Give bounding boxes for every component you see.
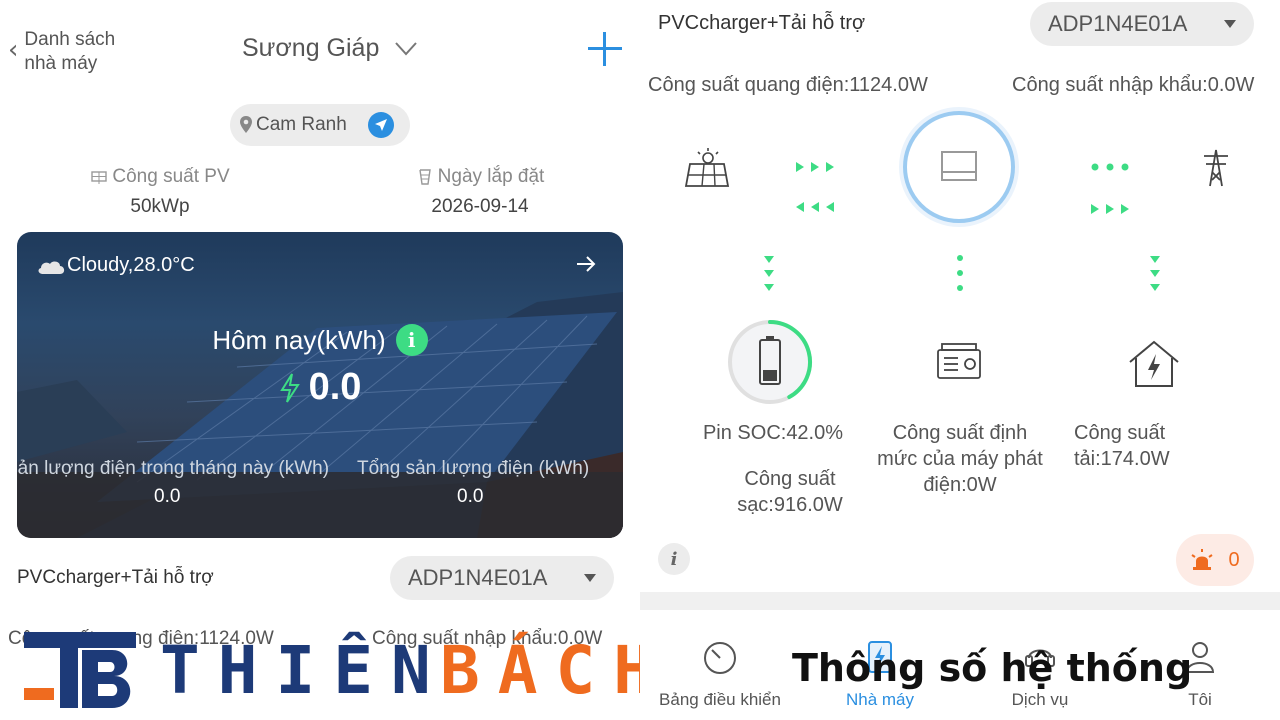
alarm-button[interactable]: 0 xyxy=(1176,534,1254,586)
device-selector[interactable]: ADP1N4E01A xyxy=(390,556,614,600)
chevron-left-icon: ‹ xyxy=(8,35,19,65)
pv-capacity-value: 50kWp xyxy=(130,196,190,217)
device-title: PVCcharger+Tải hỗ trợ xyxy=(17,567,214,588)
pv-capacity-stat: Công suất PV 50kWp xyxy=(80,166,240,218)
device-row: PVCcharger+Tải hỗ trợ ADP1N4E01A xyxy=(17,556,617,600)
weather-info: Cloudy,28.0°C xyxy=(35,254,195,277)
solar-panel-small-icon xyxy=(91,171,108,184)
lightning-icon xyxy=(279,372,300,403)
flow-dots-grid xyxy=(1091,163,1129,171)
pv-power-text: Công suất quang điện:1124.0W xyxy=(648,74,928,96)
battery-soc-label: Pin SOC:42.0% xyxy=(702,422,844,444)
device-selector[interactable]: ADP1N4E01A xyxy=(1030,2,1254,46)
install-date-value: 2026-09-14 xyxy=(431,196,529,217)
today-value: 0.0 xyxy=(308,366,362,408)
pv-capacity-label: Công suất PV xyxy=(112,166,230,187)
tab-me-label: Tôi xyxy=(1188,690,1212,709)
location-name: Cam Ranh xyxy=(256,114,347,135)
chevron-down-icon xyxy=(395,41,418,55)
install-date-label: Ngày lắp đặt xyxy=(437,166,545,187)
add-plant-button[interactable] xyxy=(586,30,624,68)
map-pin-icon xyxy=(240,116,252,133)
inverter-icon xyxy=(899,107,1019,227)
house-load-icon xyxy=(1129,340,1179,387)
siren-icon xyxy=(1191,549,1213,570)
install-date-stat: Ngày lắp đặt 2026-09-14 xyxy=(400,166,560,218)
back-button[interactable]: ‹ Danh sách nhà máy xyxy=(8,28,134,76)
energy-flow-diagram xyxy=(684,107,1228,404)
info-button[interactable]: i xyxy=(658,543,690,575)
power-tower-icon xyxy=(1204,149,1228,187)
today-energy: 0.0 xyxy=(17,366,623,409)
cloud-icon xyxy=(38,261,65,274)
plant-overview-panel: ‹ Danh sách nhà máy Sương Giáp Cam Ranh … xyxy=(0,0,640,720)
arrow-right-icon[interactable] xyxy=(575,254,597,274)
battery-icon xyxy=(728,320,812,404)
brand-logo xyxy=(24,632,136,708)
back-label: Danh sách nhà máy xyxy=(24,29,116,74)
gauge-icon xyxy=(704,642,736,674)
dropdown-triangle-icon xyxy=(584,574,596,582)
divider xyxy=(640,592,1280,610)
solar-panel-icon xyxy=(684,148,730,187)
brand-name-part1: THIÊN xyxy=(160,632,449,709)
brand-name-part2: BÁCH xyxy=(440,632,640,709)
charge-power-label: Công suất sạc:916.0W xyxy=(737,468,843,516)
plant-selector[interactable]: Sương Giáp xyxy=(242,34,418,63)
flow-arrows-load xyxy=(1150,256,1160,291)
tab-service-label: Dịch vụ xyxy=(1011,690,1069,709)
flow-arrows-battery xyxy=(764,256,774,291)
plant-name: Sương Giáp xyxy=(242,34,380,62)
brand-watermark: THIÊN BÁCH xyxy=(20,630,640,710)
today-energy-header: Hôm nay(kWh) i xyxy=(17,324,623,356)
device-id: ADP1N4E01A xyxy=(408,565,548,590)
load-power-label: Công suất tải:174.0W xyxy=(1074,422,1170,470)
device-title: PVCcharger+Tải hỗ trợ xyxy=(658,12,866,34)
location-chip[interactable]: Cam Ranh xyxy=(230,104,410,146)
tab-plant-label: Nhà máy xyxy=(845,690,915,709)
energy-summary-card[interactable]: Cloudy,28.0°C Hôm nay(kWh) i 0.0 Sản lượ… xyxy=(17,232,623,538)
flow-arrows-pv-right xyxy=(796,162,834,172)
month-energy-label: Sản lượng điện trong tháng này (kWh) xyxy=(17,458,330,479)
system-parameters-panel: PVCcharger+Tải hỗ trợ ADP1N4E01A Công su… xyxy=(640,0,1280,720)
total-energy-value: 0.0 xyxy=(457,486,484,507)
tab-dashboard[interactable]: Bảng điều khiển xyxy=(640,638,800,710)
tab-dashboard-label: Bảng điều khiển xyxy=(659,690,781,709)
dropdown-triangle-icon xyxy=(1224,20,1236,28)
import-power-text: Công suất nhập khẩu:0.0W xyxy=(1012,74,1255,96)
flow-dots-generator xyxy=(957,255,963,291)
month-energy-value: 0.0 xyxy=(154,486,181,507)
today-label: Hôm nay(kWh) xyxy=(212,324,386,355)
navigate-icon[interactable] xyxy=(368,112,394,138)
caption-overlay: Thông số hệ thống xyxy=(792,646,1193,690)
install-tower-icon xyxy=(418,169,431,185)
generator-power-label: Công suất định mức của máy phát điện:0W xyxy=(877,422,1043,496)
generator-icon xyxy=(937,343,981,379)
info-icon[interactable]: i xyxy=(395,324,428,356)
weather-text: Cloudy,28.0°C xyxy=(67,254,195,276)
total-energy-label: Tổng sản lượng điện (kWh) xyxy=(357,458,590,479)
flow-arrows-pv-left xyxy=(796,202,834,212)
alarm-count: 0 xyxy=(1228,548,1240,571)
flow-arrows-grid xyxy=(1091,204,1129,214)
device-id: ADP1N4E01A xyxy=(1048,11,1188,36)
